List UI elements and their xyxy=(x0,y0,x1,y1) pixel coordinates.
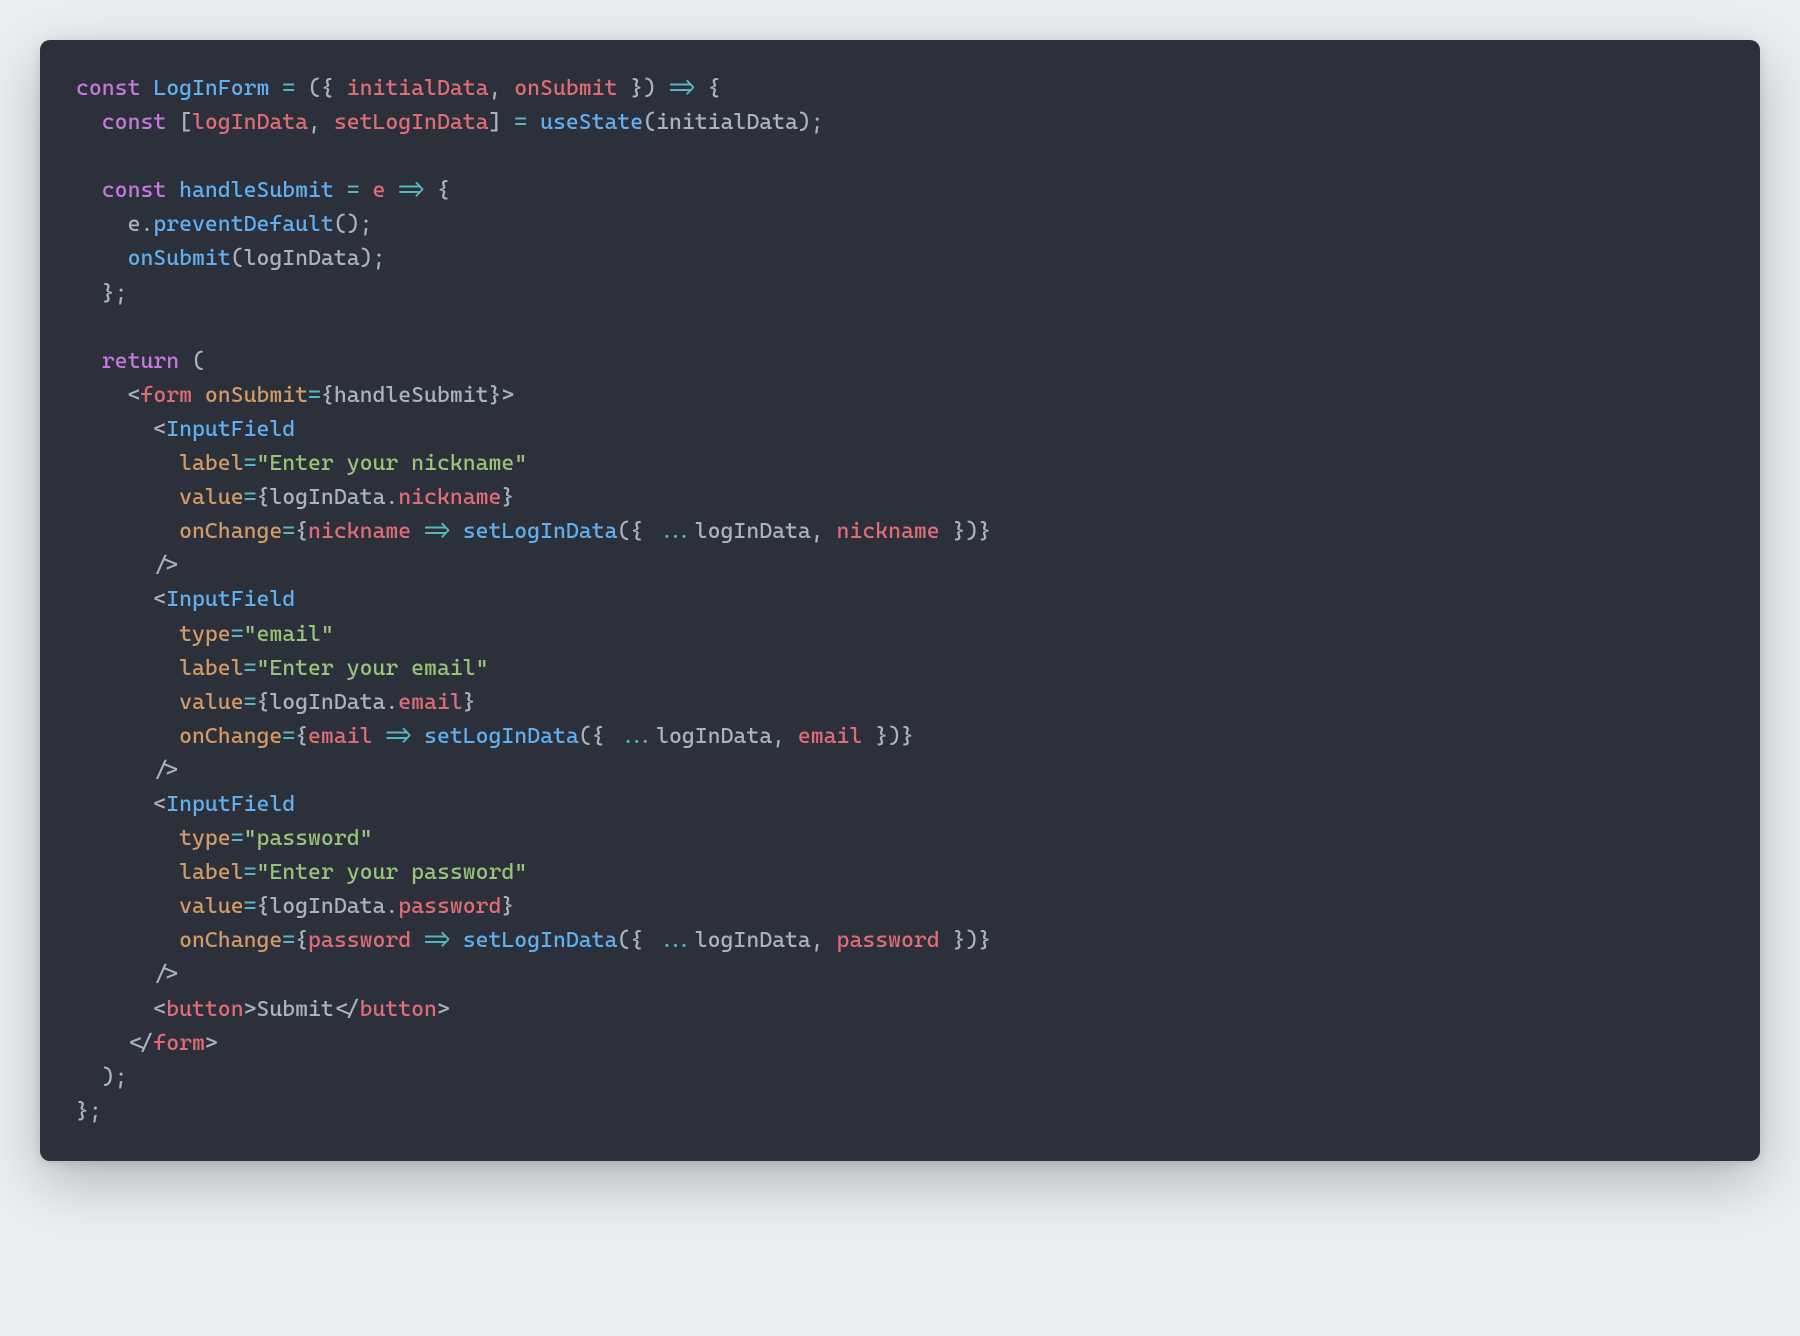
component-name: LogInForm xyxy=(153,76,269,101)
label-password: "Enter your password" xyxy=(256,860,527,885)
label-email: "Enter your email" xyxy=(256,656,488,681)
keyword-const: const xyxy=(76,76,140,101)
param-onSubmit: onSubmit xyxy=(514,76,617,101)
keyword-return: return xyxy=(102,349,179,374)
hook-useState: useState xyxy=(540,110,643,135)
handler-name: handleSubmit xyxy=(179,178,334,203)
state-var: logInData xyxy=(192,110,308,135)
arrow: => xyxy=(669,76,695,101)
button-text: Submit xyxy=(256,997,333,1022)
state-setter: setLogInData xyxy=(334,110,489,135)
label-nickname: "Enter your nickname" xyxy=(256,451,527,476)
code-block: const LogInForm = ({ initialData, onSubm… xyxy=(40,40,1760,1161)
param-initialData: initialData xyxy=(347,76,489,101)
inputfield-tag: InputField xyxy=(166,417,295,442)
